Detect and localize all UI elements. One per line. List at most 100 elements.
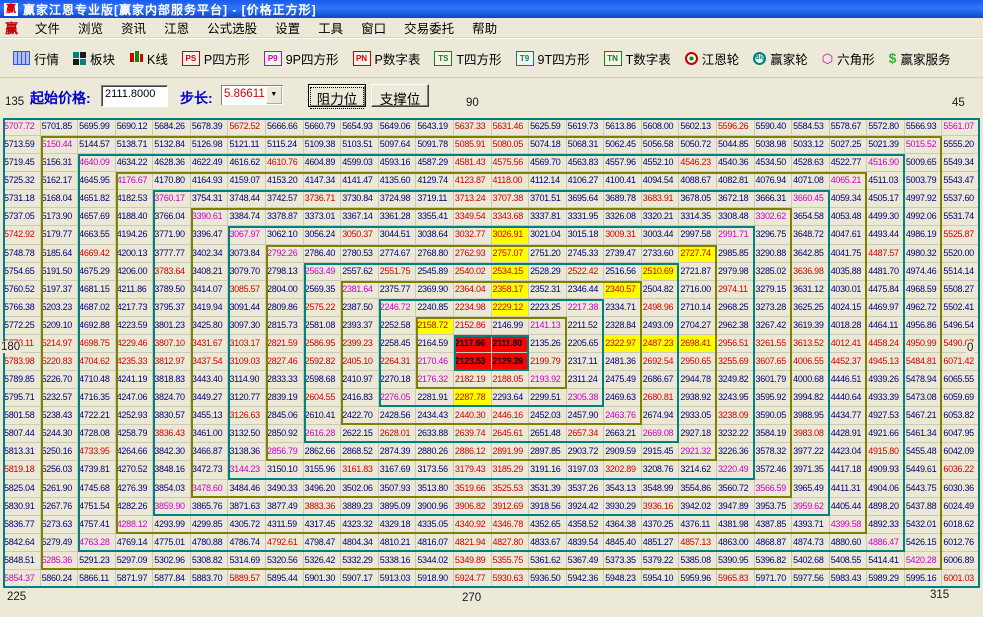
price-cell: 4534.50 bbox=[755, 154, 793, 172]
price-cell: 5138.71 bbox=[116, 136, 154, 154]
price-cell: 4434.77 bbox=[830, 407, 868, 425]
price-cell: 4235.33 bbox=[116, 353, 154, 371]
price-cell: 4381.98 bbox=[717, 516, 755, 534]
toolbar-button-行情[interactable]: 行情 bbox=[6, 49, 66, 68]
price-cell: 2774.67 bbox=[379, 245, 417, 263]
toolbar-button-板块[interactable]: 板块 bbox=[66, 49, 122, 68]
price-cell: 5443.75 bbox=[905, 480, 943, 498]
dollar-icon: $ bbox=[889, 51, 897, 65]
price-cell: 3056.24 bbox=[304, 226, 342, 244]
menu-item-帮助[interactable]: 帮助 bbox=[463, 18, 506, 37]
toolbar-button-赢家轮[interactable]: Big赢家轮 bbox=[746, 49, 815, 68]
menu-item-设置[interactable]: 设置 bbox=[266, 18, 309, 37]
menu-item-公式选股[interactable]: 公式选股 bbox=[198, 18, 266, 37]
price-cell: 2792.26 bbox=[266, 245, 304, 263]
step-combobox[interactable]: 5.86611 ▼ bbox=[221, 85, 283, 105]
resistance-button[interactable]: 阻力位 bbox=[308, 84, 366, 107]
price-cell: 3361.28 bbox=[379, 208, 417, 226]
toolbar-button-K线[interactable]: K线 bbox=[122, 49, 175, 68]
menu-item-窗口[interactable]: 窗口 bbox=[352, 18, 395, 37]
start-price-input[interactable]: 2111.8000 bbox=[101, 85, 168, 107]
menu-item-江恩[interactable]: 江恩 bbox=[155, 18, 198, 37]
price-cell: 3988.95 bbox=[792, 407, 830, 425]
window-title: 赢家江恩专业版[赢家内部服务平台] - [价格正方形] bbox=[23, 1, 317, 18]
price-cell: 5684.26 bbox=[153, 118, 191, 136]
price-cell: 5320.56 bbox=[266, 552, 304, 570]
price-cell: 4176.67 bbox=[116, 172, 154, 190]
toolbar-button-P四方形[interactable]: PSP四方形 bbox=[175, 49, 257, 68]
menu-item-交易委托[interactable]: 交易委托 bbox=[395, 18, 463, 37]
price-cell: 2886.12 bbox=[454, 443, 492, 461]
price-cell: 5326.42 bbox=[304, 552, 342, 570]
price-cell: 4575.56 bbox=[492, 154, 530, 172]
price-cell: 5197.37 bbox=[41, 281, 79, 299]
price-cell: 3220.49 bbox=[717, 461, 755, 479]
toolbar-button-六角形[interactable]: ⬡六角形 bbox=[815, 49, 882, 68]
price-cell: 5584.53 bbox=[792, 118, 830, 136]
price-cell: 4733.95 bbox=[78, 443, 116, 461]
price-cell: 2176.32 bbox=[416, 371, 454, 389]
menu-item-资讯[interactable]: 资讯 bbox=[112, 18, 155, 37]
price-cell: 4980.32 bbox=[905, 245, 943, 263]
price-cell: 4018.28 bbox=[830, 317, 868, 335]
toolbar-button-赢家服务[interactable]: $赢家服务 bbox=[882, 49, 958, 68]
price-cell: 6042.09 bbox=[942, 443, 980, 461]
price-cell: 5860.24 bbox=[41, 570, 79, 588]
price-cell: 3496.20 bbox=[304, 480, 342, 498]
price-cell: 3713.24 bbox=[454, 190, 492, 208]
price-cell: 3783.64 bbox=[153, 263, 191, 281]
price-cell: 3402.34 bbox=[191, 245, 229, 263]
price-cell: 2340.57 bbox=[604, 281, 642, 299]
menu-item-文件[interactable]: 文件 bbox=[26, 18, 69, 37]
price-cell: 5173.90 bbox=[41, 208, 79, 226]
price-cell: 2493.09 bbox=[642, 317, 680, 335]
price-cell: 5725.32 bbox=[3, 172, 41, 190]
price-cell: 5913.03 bbox=[379, 570, 417, 588]
price-cell: 4927.53 bbox=[867, 407, 905, 425]
price-cell: 3355.41 bbox=[416, 208, 454, 226]
price-cell: 2997.58 bbox=[679, 226, 717, 244]
price-cell: 5484.81 bbox=[905, 353, 943, 371]
price-cell: 4804.34 bbox=[341, 534, 379, 552]
toolbar-button-9P四方形[interactable]: P99P四方形 bbox=[257, 49, 346, 68]
price-cell: 2428.56 bbox=[379, 407, 417, 425]
price-cell: 2804.00 bbox=[266, 281, 304, 299]
price-cell: 3607.65 bbox=[755, 353, 793, 371]
price-cell: 5379.22 bbox=[642, 552, 680, 570]
title-bar[interactable]: 赢 赢家江恩专业版[赢家内部服务平台] - [价格正方形] bbox=[0, 0, 983, 18]
price-cell: 2540.02 bbox=[454, 263, 492, 281]
price-cell: 5062.45 bbox=[604, 136, 642, 154]
toolbar-button-P数字表[interactable]: PNP数字表 bbox=[346, 49, 428, 68]
price-cell: 2364.04 bbox=[454, 281, 492, 299]
price-cell: 3032.77 bbox=[454, 226, 492, 244]
price-cell: 3590.05 bbox=[755, 407, 793, 425]
toolbar-button-T四方形[interactable]: TST四方形 bbox=[427, 49, 508, 68]
price-cell: 3971.35 bbox=[792, 461, 830, 479]
price-cell: 2586.95 bbox=[304, 335, 342, 353]
price-cell: 2410.97 bbox=[341, 371, 379, 389]
price-cell: 5613.86 bbox=[604, 118, 642, 136]
price-cell: 5056.58 bbox=[642, 136, 680, 154]
price-cell: 3707.38 bbox=[492, 190, 530, 208]
price-cell: 3531.39 bbox=[529, 480, 567, 498]
price-cell: 4217.73 bbox=[116, 299, 154, 317]
price-cell: 4323.32 bbox=[341, 516, 379, 534]
price-cell: 3314.35 bbox=[679, 208, 717, 226]
price-cell: 3848.16 bbox=[153, 461, 191, 479]
chevron-down-icon[interactable]: ▼ bbox=[266, 86, 282, 104]
toolbar-button-T数字表[interactable]: TNT数字表 bbox=[597, 49, 678, 68]
price-cell: 4012.41 bbox=[830, 335, 868, 353]
toolbar-button-江恩轮[interactable]: 江恩轮 bbox=[678, 49, 747, 68]
menu-item-工具[interactable]: 工具 bbox=[309, 18, 352, 37]
price-cell: 2575.22 bbox=[304, 299, 342, 317]
price-cell: 2616.28 bbox=[304, 425, 342, 443]
price-cell: 5085.91 bbox=[454, 136, 492, 154]
menu-item-浏览[interactable]: 浏览 bbox=[69, 18, 112, 37]
price-cell: 3455.13 bbox=[191, 407, 229, 425]
support-button[interactable]: 支撑位 bbox=[371, 84, 429, 107]
price-cell: 3672.18 bbox=[717, 190, 755, 208]
price-cell: 3044.51 bbox=[379, 226, 417, 244]
price-cell: 5126.98 bbox=[191, 136, 229, 154]
price-cell: 4423.04 bbox=[830, 443, 868, 461]
toolbar-button-9T四方形[interactable]: T99T四方形 bbox=[509, 49, 597, 68]
